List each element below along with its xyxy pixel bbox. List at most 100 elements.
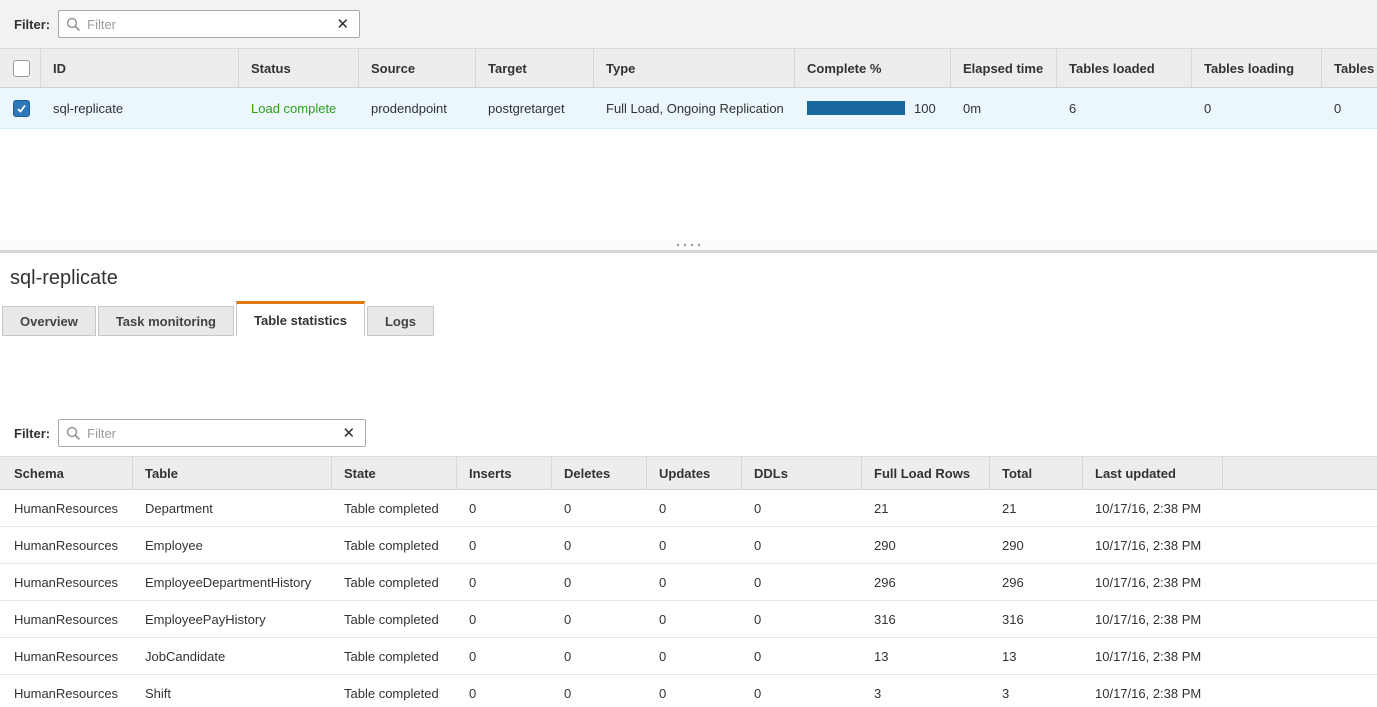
stats-filter-bar: Filter: ✕ bbox=[0, 410, 1377, 456]
cell-state: Table completed bbox=[344, 500, 439, 516]
pane-splitter[interactable] bbox=[0, 239, 1377, 253]
column-header-status[interactable]: Status bbox=[238, 49, 358, 87]
column-header-schema[interactable]: Schema bbox=[0, 457, 132, 489]
cell-full-load-rows: 3 bbox=[874, 685, 882, 701]
tab-task-monitoring[interactable]: Task monitoring bbox=[97, 306, 234, 336]
column-header-source[interactable]: Source bbox=[358, 49, 475, 87]
cell-total: 290 bbox=[1002, 537, 1024, 553]
column-header-last-updated[interactable]: Last updated bbox=[1082, 457, 1222, 489]
task-target: postgretarget bbox=[488, 100, 565, 116]
cell-schema: HumanResources bbox=[14, 574, 119, 590]
column-header-tables-loading[interactable]: Tables loading bbox=[1191, 49, 1321, 87]
column-header-inserts[interactable]: Inserts bbox=[456, 457, 551, 489]
task-tables-loaded: 6 bbox=[1069, 100, 1077, 116]
cell-inserts: 0 bbox=[469, 648, 477, 664]
detail-tabs: Overview Task monitoring Table statistic… bbox=[0, 301, 1377, 336]
table-row[interactable]: HumanResources JobCandidate Table comple… bbox=[0, 638, 1377, 675]
cell-full-load-rows: 316 bbox=[874, 611, 896, 627]
column-header-updates[interactable]: Updates bbox=[646, 457, 741, 489]
tasks-filter-clear-icon[interactable]: ✕ bbox=[327, 17, 360, 32]
task-tables-last: 0 bbox=[1334, 100, 1342, 116]
cell-table: Shift bbox=[145, 685, 172, 701]
column-header-ddls[interactable]: DDLs bbox=[741, 457, 861, 489]
row-checkbox[interactable] bbox=[13, 99, 30, 117]
cell-state: Table completed bbox=[344, 685, 439, 701]
column-header-tables[interactable]: Tables bbox=[1321, 49, 1377, 87]
task-elapsed-time: 0m bbox=[963, 100, 982, 116]
task-complete-cell: 100 bbox=[794, 101, 950, 116]
cell-ddls: 0 bbox=[754, 574, 762, 590]
column-header-tables-loaded[interactable]: Tables loaded bbox=[1056, 49, 1191, 87]
cell-inserts: 0 bbox=[469, 685, 477, 701]
cell-table: EmployeeDepartmentHistory bbox=[145, 574, 312, 590]
cell-updates: 0 bbox=[659, 685, 667, 701]
cell-updates: 0 bbox=[659, 500, 667, 516]
tab-logs[interactable]: Logs bbox=[366, 306, 435, 336]
progress-value: 100 bbox=[914, 100, 936, 116]
cell-last-updated: 10/17/16, 2:38 PM bbox=[1095, 574, 1202, 590]
cell-inserts: 0 bbox=[469, 574, 477, 590]
stats-filter-input[interactable] bbox=[81, 425, 333, 441]
cell-total: 316 bbox=[1002, 611, 1024, 627]
cell-schema: HumanResources bbox=[14, 500, 119, 516]
column-header-table[interactable]: Table bbox=[132, 457, 331, 489]
cell-total: 296 bbox=[1002, 574, 1024, 590]
cell-last-updated: 10/17/16, 2:38 PM bbox=[1095, 500, 1202, 516]
cell-deletes: 0 bbox=[564, 648, 572, 664]
cell-full-load-rows: 296 bbox=[874, 574, 896, 590]
column-header-id[interactable]: ID bbox=[40, 49, 238, 87]
cell-full-load-rows: 13 bbox=[874, 648, 889, 664]
tasks-filter-box: ✕ bbox=[58, 10, 361, 38]
select-all-cell bbox=[0, 49, 40, 87]
table-row[interactable]: HumanResources Shift Table completed 0 0… bbox=[0, 675, 1377, 707]
task-row[interactable]: sql-replicate Load complete prodendpoint… bbox=[0, 88, 1377, 129]
tasks-filter-label: Filter: bbox=[14, 16, 51, 32]
task-source: prodendpoint bbox=[371, 100, 447, 116]
column-header-elapsed-time[interactable]: Elapsed time bbox=[950, 49, 1056, 87]
tab-table-statistics[interactable]: Table statistics bbox=[235, 301, 365, 336]
tab-overview[interactable]: Overview bbox=[2, 306, 96, 336]
task-status: Load complete bbox=[251, 100, 337, 116]
column-header-deletes[interactable]: Deletes bbox=[551, 457, 646, 489]
progress-bar bbox=[807, 101, 905, 115]
cell-updates: 0 bbox=[659, 574, 667, 590]
cell-state: Table completed bbox=[344, 611, 439, 627]
task-id: sql-replicate bbox=[53, 100, 124, 116]
splitter-handle-icon bbox=[676, 243, 700, 246]
cell-ddls: 0 bbox=[754, 537, 762, 553]
column-header-total[interactable]: Total bbox=[989, 457, 1082, 489]
column-header-target[interactable]: Target bbox=[475, 49, 593, 87]
column-header-empty bbox=[1222, 457, 1377, 489]
cell-ddls: 0 bbox=[754, 648, 762, 664]
cell-inserts: 0 bbox=[469, 537, 477, 553]
cell-schema: HumanResources bbox=[14, 537, 119, 553]
cell-deletes: 0 bbox=[564, 685, 572, 701]
table-row[interactable]: HumanResources EmployeeDepartmentHistory… bbox=[0, 564, 1377, 601]
select-all-checkbox[interactable] bbox=[13, 59, 30, 77]
cell-table: JobCandidate bbox=[145, 648, 226, 664]
stats-filter-clear-icon[interactable]: ✕ bbox=[333, 426, 366, 441]
column-header-type[interactable]: Type bbox=[593, 49, 794, 87]
table-row[interactable]: HumanResources Department Table complete… bbox=[0, 490, 1377, 527]
detail-title: sql-replicate bbox=[10, 267, 118, 289]
progress-wrap: 100 bbox=[807, 101, 936, 116]
table-row[interactable]: HumanResources EmployeePayHistory Table … bbox=[0, 601, 1377, 638]
cell-table: Employee bbox=[145, 537, 203, 553]
cell-updates: 0 bbox=[659, 648, 667, 664]
table-row[interactable]: HumanResources Employee Table completed … bbox=[0, 527, 1377, 564]
cell-total: 21 bbox=[1002, 500, 1017, 516]
row-checkbox-cell bbox=[0, 99, 40, 117]
column-header-full-load-rows[interactable]: Full Load Rows bbox=[861, 457, 989, 489]
stats-filter-box: ✕ bbox=[58, 419, 367, 447]
cell-ddls: 0 bbox=[754, 500, 762, 516]
stats-filter-label: Filter: bbox=[14, 425, 51, 441]
cell-ddls: 0 bbox=[754, 685, 762, 701]
cell-last-updated: 10/17/16, 2:38 PM bbox=[1095, 648, 1202, 664]
tab-content-gap bbox=[0, 336, 1377, 410]
column-header-state[interactable]: State bbox=[331, 457, 456, 489]
column-header-complete[interactable]: Complete % bbox=[794, 49, 950, 87]
tasks-filter-input[interactable] bbox=[81, 16, 327, 32]
cell-state: Table completed bbox=[344, 574, 439, 590]
stats-table-header: Schema Table State Inserts Deletes Updat… bbox=[0, 456, 1377, 490]
search-icon bbox=[67, 17, 81, 31]
